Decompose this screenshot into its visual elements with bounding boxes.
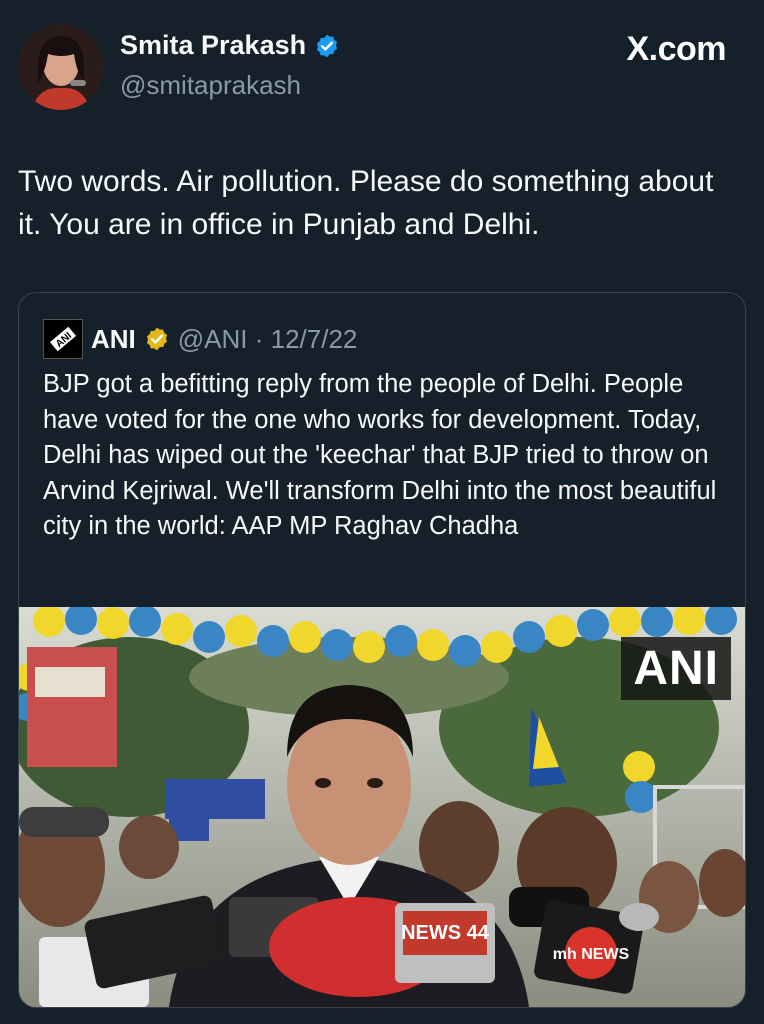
tweet-screenshot: Smita Prakash @smitaprakash X.com Two wo… bbox=[0, 0, 764, 1024]
author-avatar[interactable] bbox=[18, 24, 104, 110]
mic-label-mhnews: mh NEWS bbox=[553, 946, 630, 963]
author-name[interactable]: Smita Prakash bbox=[120, 30, 306, 61]
author-name-row: Smita Prakash bbox=[120, 30, 340, 61]
quoted-tweet-card[interactable]: ANI ANI @ANI · 12/7/22 BJP got a befitti… bbox=[18, 292, 746, 1008]
quoted-tweet-image[interactable]: NEWS 44 mh NEWS ANI bbox=[19, 607, 745, 1007]
verified-blue-badge-icon bbox=[314, 33, 340, 59]
author-handle[interactable]: @smitaprakash bbox=[120, 70, 301, 101]
quoted-handle-date: @ANI · 12/7/22 bbox=[177, 323, 358, 354]
brand-logo: X.com bbox=[626, 30, 726, 68]
quoted-tweet-text: BJP got a befitting reply from the peopl… bbox=[43, 370, 717, 540]
quoted-tweet-header: ANI ANI @ANI · 12/7/22 bbox=[43, 319, 357, 359]
verified-gold-badge-icon bbox=[144, 326, 170, 352]
tweet-text: Two words. Air pollution. Please do some… bbox=[18, 165, 714, 241]
mic-label-news44: NEWS 44 bbox=[401, 922, 490, 944]
ani-watermark: ANI bbox=[621, 637, 731, 700]
ani-logo-icon: ANI bbox=[43, 319, 83, 359]
quoted-author-name[interactable]: ANI bbox=[91, 324, 136, 355]
